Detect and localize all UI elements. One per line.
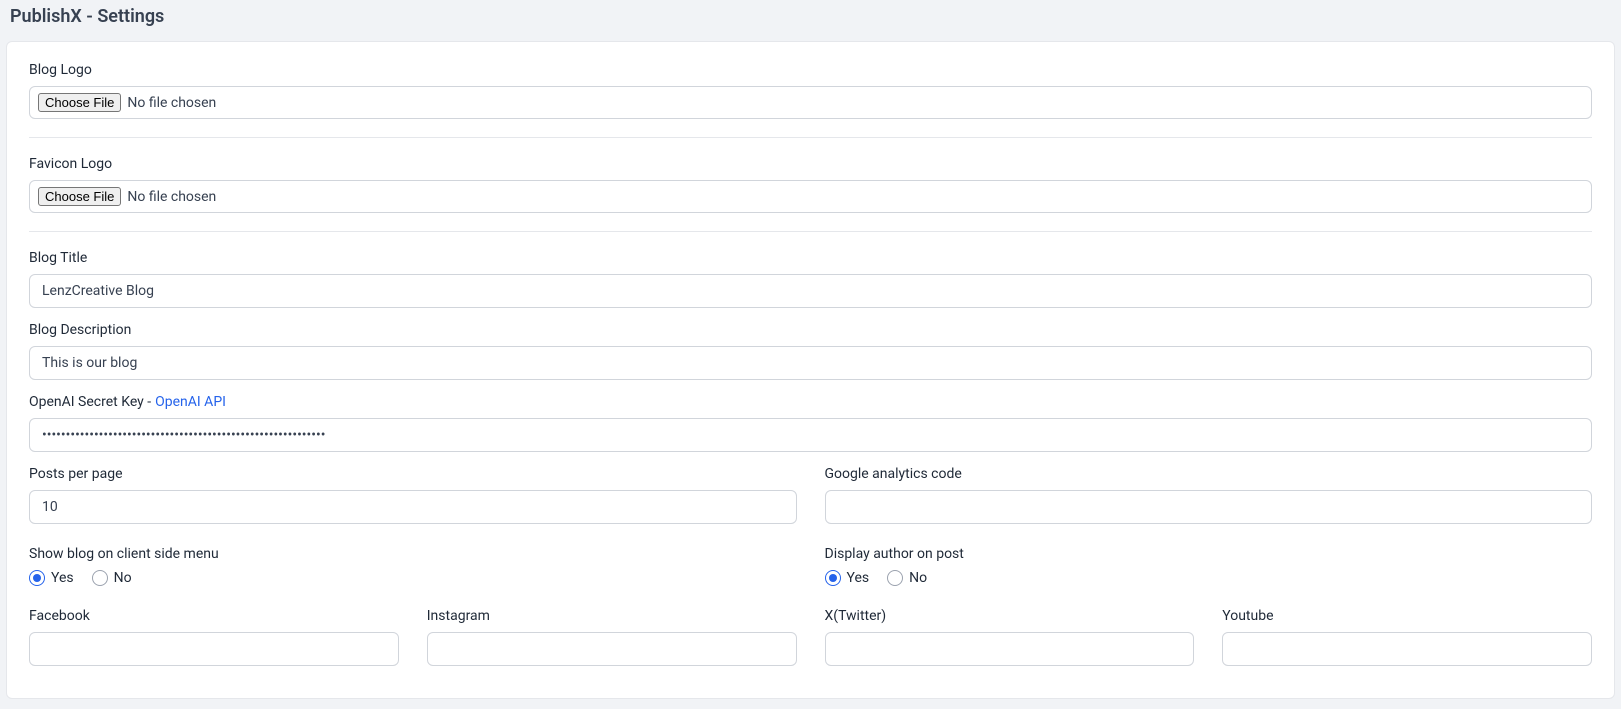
favicon-logo-choose-button[interactable]: Choose File	[38, 187, 121, 206]
facebook-input[interactable]	[29, 632, 399, 666]
radio-icon	[887, 570, 903, 586]
social-row: Facebook Instagram X(Twitter) Youtube	[29, 608, 1592, 674]
openai-key-input[interactable]	[29, 418, 1592, 452]
favicon-logo-group: Favicon Logo Choose File No file chosen	[29, 156, 1592, 232]
posts-per-page-group: Posts per page	[29, 466, 797, 524]
settings-card: Blog Logo Choose File No file chosen Fav…	[6, 41, 1615, 699]
display-author-label: Display author on post	[825, 546, 1593, 562]
posts-analytics-row: Posts per page Google analytics code	[29, 466, 1592, 532]
openai-key-label: OpenAI Secret Key -	[29, 394, 151, 410]
blog-title-input[interactable]	[29, 274, 1592, 308]
blog-title-label: Blog Title	[29, 250, 1592, 266]
youtube-label: Youtube	[1222, 608, 1592, 624]
facebook-group: Facebook	[29, 608, 399, 666]
twitter-group: X(Twitter)	[825, 608, 1195, 666]
twitter-input[interactable]	[825, 632, 1195, 666]
blog-description-label: Blog Description	[29, 322, 1592, 338]
google-analytics-label: Google analytics code	[825, 466, 1593, 482]
google-analytics-input[interactable]	[825, 490, 1593, 524]
instagram-input[interactable]	[427, 632, 797, 666]
display-author-radio-group: Yes No	[825, 570, 1593, 586]
blog-description-input[interactable]	[29, 346, 1592, 380]
youtube-group: Youtube	[1222, 608, 1592, 666]
show-blog-menu-no[interactable]: No	[92, 570, 132, 586]
blog-logo-group: Blog Logo Choose File No file chosen	[29, 62, 1592, 138]
show-blog-menu-group: Show blog on client side menu Yes No	[29, 546, 797, 586]
blog-title-group: Blog Title	[29, 250, 1592, 308]
show-blog-menu-radio-group: Yes No	[29, 570, 797, 586]
facebook-label: Facebook	[29, 608, 399, 624]
openai-key-group: OpenAI Secret Key - OpenAI API	[29, 394, 1592, 452]
instagram-label: Instagram	[427, 608, 797, 624]
favicon-logo-file-input[interactable]: Choose File No file chosen	[29, 180, 1592, 213]
youtube-input[interactable]	[1222, 632, 1592, 666]
posts-per-page-input[interactable]	[29, 490, 797, 524]
radio-icon	[29, 570, 45, 586]
radio-label-yes: Yes	[51, 570, 74, 586]
radio-icon	[825, 570, 841, 586]
display-author-group: Display author on post Yes No	[825, 546, 1593, 586]
blog-logo-label: Blog Logo	[29, 62, 1592, 78]
favicon-logo-file-status: No file chosen	[127, 189, 216, 205]
blog-logo-file-input[interactable]: Choose File No file chosen	[29, 86, 1592, 119]
radio-icon	[92, 570, 108, 586]
openai-api-link[interactable]: OpenAI API	[155, 394, 226, 410]
show-blog-menu-yes[interactable]: Yes	[29, 570, 74, 586]
google-analytics-group: Google analytics code	[825, 466, 1593, 524]
blog-logo-choose-button[interactable]: Choose File	[38, 93, 121, 112]
posts-per-page-label: Posts per page	[29, 466, 797, 482]
blog-description-group: Blog Description	[29, 322, 1592, 380]
show-blog-menu-label: Show blog on client side menu	[29, 546, 797, 562]
blog-logo-file-status: No file chosen	[127, 95, 216, 111]
page-title: PublishX - Settings	[0, 0, 1621, 41]
display-author-yes[interactable]: Yes	[825, 570, 870, 586]
favicon-logo-label: Favicon Logo	[29, 156, 1592, 172]
radio-label-no: No	[114, 570, 132, 586]
display-author-no[interactable]: No	[887, 570, 927, 586]
instagram-group: Instagram	[427, 608, 797, 666]
radios-row: Show blog on client side menu Yes No Dis…	[29, 546, 1592, 594]
twitter-label: X(Twitter)	[825, 608, 1195, 624]
radio-label-yes: Yes	[847, 570, 870, 586]
radio-label-no: No	[909, 570, 927, 586]
